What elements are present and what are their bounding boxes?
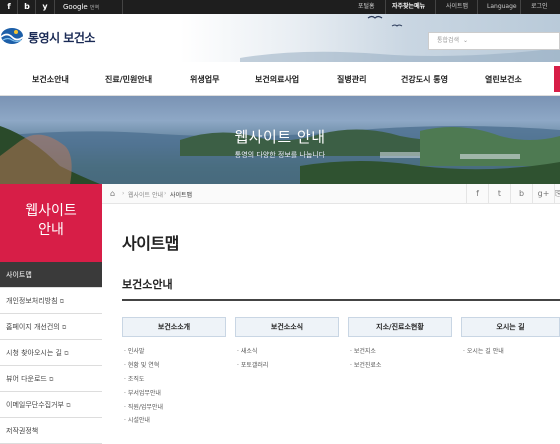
banner-subtitle: 통영의 다양한 정보를 나눕니다 [234,151,326,159]
google-plus-share-icon[interactable]: g+ [532,184,554,204]
sidebar-item-label: 저작권정책 [6,427,39,435]
sitemap-category-directions[interactable]: 오시는 길 [461,317,560,337]
sidebar-item-copyright[interactable]: 저작권정책 [0,418,102,444]
sidebar-item-viewer[interactable]: 뷰어 다운로드 ⧉ [0,366,102,392]
home-icon[interactable]: ⌂ [110,189,115,198]
sidebar-item-sitemap[interactable]: 사이트맵 [0,262,102,288]
nav-item-hygiene[interactable]: 위생업무 [190,74,219,85]
sitemap-link-label: 보건진료소 [353,362,382,369]
sitemap-link[interactable]: · 보건지소 [350,346,376,355]
copy-url-icon[interactable]: ⎘ [554,184,560,204]
search-placeholder: 통합검색 [437,37,460,44]
new-window-icon: ⧉ [64,350,69,357]
sitemap-link-label: 조직도 [127,376,145,383]
sitemap-link-label: 포토갤러리 [240,362,269,369]
google-translate-widget[interactable]: Google 번역 [63,2,99,13]
main-navigation: 보건소안내 진료/민원안내 위생업무 보건의료사업 질병관리 건강도시 통영 열… [0,62,560,96]
site-header: 통영시 보건소 통합검색 ⌄ [0,14,560,62]
language-link[interactable]: Language [487,3,517,11]
sitemap-link-label: 보건지소 [353,348,376,355]
sidebar-item-label: 시청 찾아오시는 길 [6,349,62,357]
chevron-right-icon: › [164,190,167,197]
sidebar-item-label: 뷰어 다운로드 [6,375,47,383]
sidebar-item-label: 이메일무단수집거부 [6,401,64,409]
sitemap-link[interactable]: · 인사말 [124,346,144,355]
divider [435,0,436,14]
logo-icon [0,28,24,44]
sidebar-item-privacy[interactable]: 개인정보처리방침 ⧉ [0,288,102,314]
sitemap-link[interactable]: · 조직도 [124,374,144,383]
sidebar-title: 웹사이트 안내 [0,184,102,262]
sidebar-title-line2: 안내 [38,222,64,238]
sidebar-item-label: 사이트맵 [6,271,32,279]
translate-label: 번역 [89,5,100,11]
sitemap-link[interactable]: · 시설안내 [124,415,150,424]
breadcrumb-item[interactable]: 웹사이트 안내 [128,190,163,199]
location-bar: ⌂ › 웹사이트 안내 › 사이트맵 f t b g+ ⎘ [102,184,560,204]
sitemap-link[interactable]: 사이트맵 [446,3,468,11]
logo-text: 통영시 보건소 [28,31,95,45]
nav-item-health-projects[interactable]: 보건의료사업 [255,74,299,85]
sitemap-link[interactable]: · 직원/업무안내 [124,402,163,411]
divider [54,0,55,14]
login-link[interactable]: 로그인 [531,3,548,11]
sitemap-category-center-intro[interactable]: 보건소소개 [122,317,226,337]
divider [122,0,123,14]
search-box[interactable]: 통합검색 ⌄ [428,32,560,50]
nav-item-healthy-city[interactable]: 건강도시 통영 [401,74,448,85]
new-window-icon: ⧉ [49,376,54,383]
sitemap-link-label: 오시는 길 안내 [466,348,504,355]
sitemap-link-label: 부서업무안내 [127,390,161,397]
google-label: Google [63,3,88,11]
favorite-menu-link[interactable]: 자주찾는메뉴 [392,3,425,11]
new-window-icon: ⧉ [61,324,67,331]
divider [35,0,36,14]
sitemap-link-label: 현황 및 연혁 [127,362,160,369]
banner-title: 웹사이트 안내 [234,128,326,146]
sitemap-link-label: 시설안내 [127,417,150,424]
sitemap-category-center-news[interactable]: 보건소소식 [235,317,339,337]
sitemap-link-label: 직원/업무안내 [127,404,163,411]
divider [17,0,18,14]
facebook-icon[interactable]: f [4,2,14,12]
blog-share-icon[interactable]: b [510,184,532,204]
blog-icon[interactable]: b [22,2,32,12]
nav-item-medical-civil[interactable]: 진료/민원안내 [105,74,152,85]
sitemap-link[interactable]: · 현황 및 연혁 [124,360,159,369]
breadcrumb-current: 사이트맵 [170,192,193,199]
new-window-icon: ⧉ [66,402,71,409]
chevron-right-icon: › [122,190,125,197]
sitemap-category-branches[interactable]: 지소/진료소현황 [348,317,452,337]
sitemap-link[interactable]: · 새소식 [237,346,257,355]
sidebar-item-email-refusal[interactable]: 이메일무단수집거부 ⧉ [0,392,102,418]
divider [520,0,521,14]
sidebar-title-line1: 웹사이트 [25,203,77,219]
nav-item-disease[interactable]: 질병관리 [337,74,366,85]
sidebar-item-label: 홈페이지 개선건의 [6,323,60,331]
twitter-share-icon[interactable]: t [488,184,510,204]
sidebar-item-suggestion[interactable]: 홈페이지 개선건의 ⧉ [0,314,102,340]
sitemap-link[interactable]: · 부서업무안내 [124,388,161,397]
sitemap-link[interactable]: · 오시는 길 안내 [463,346,504,355]
sitemap-link-label: 새소식 [240,348,258,355]
sitemap-link[interactable]: · 보건진료소 [350,360,381,369]
sidebar-item-directions[interactable]: 시청 찾아오시는 길 ⧉ [0,340,102,366]
nav-item-open-center[interactable]: 열린보건소 [485,74,522,85]
divider [385,0,386,14]
nav-item-center-info[interactable]: 보건소안내 [32,74,69,85]
portal-home-link[interactable]: 포털홈 [358,3,375,11]
youtube-icon[interactable]: y [40,2,50,12]
chevron-down-icon: ⌄ [463,37,469,44]
sidebar-item-label: 개인정보처리방침 [6,297,58,305]
all-menu-button[interactable] [554,66,560,92]
sitemap-link[interactable]: · 포토갤러리 [237,360,268,369]
sitemap-link-label: 인사말 [127,348,145,355]
section-title: 보건소안내 [122,278,173,291]
top-utility-bar: f b y Google 번역 포털홈 자주찾는메뉴 사이트맵 Language… [0,0,560,14]
section-divider [122,299,560,301]
page-title: 사이트맵 [122,234,179,253]
new-window-icon: ⧉ [59,298,65,305]
facebook-share-icon[interactable]: f [466,184,488,204]
divider [477,0,478,14]
